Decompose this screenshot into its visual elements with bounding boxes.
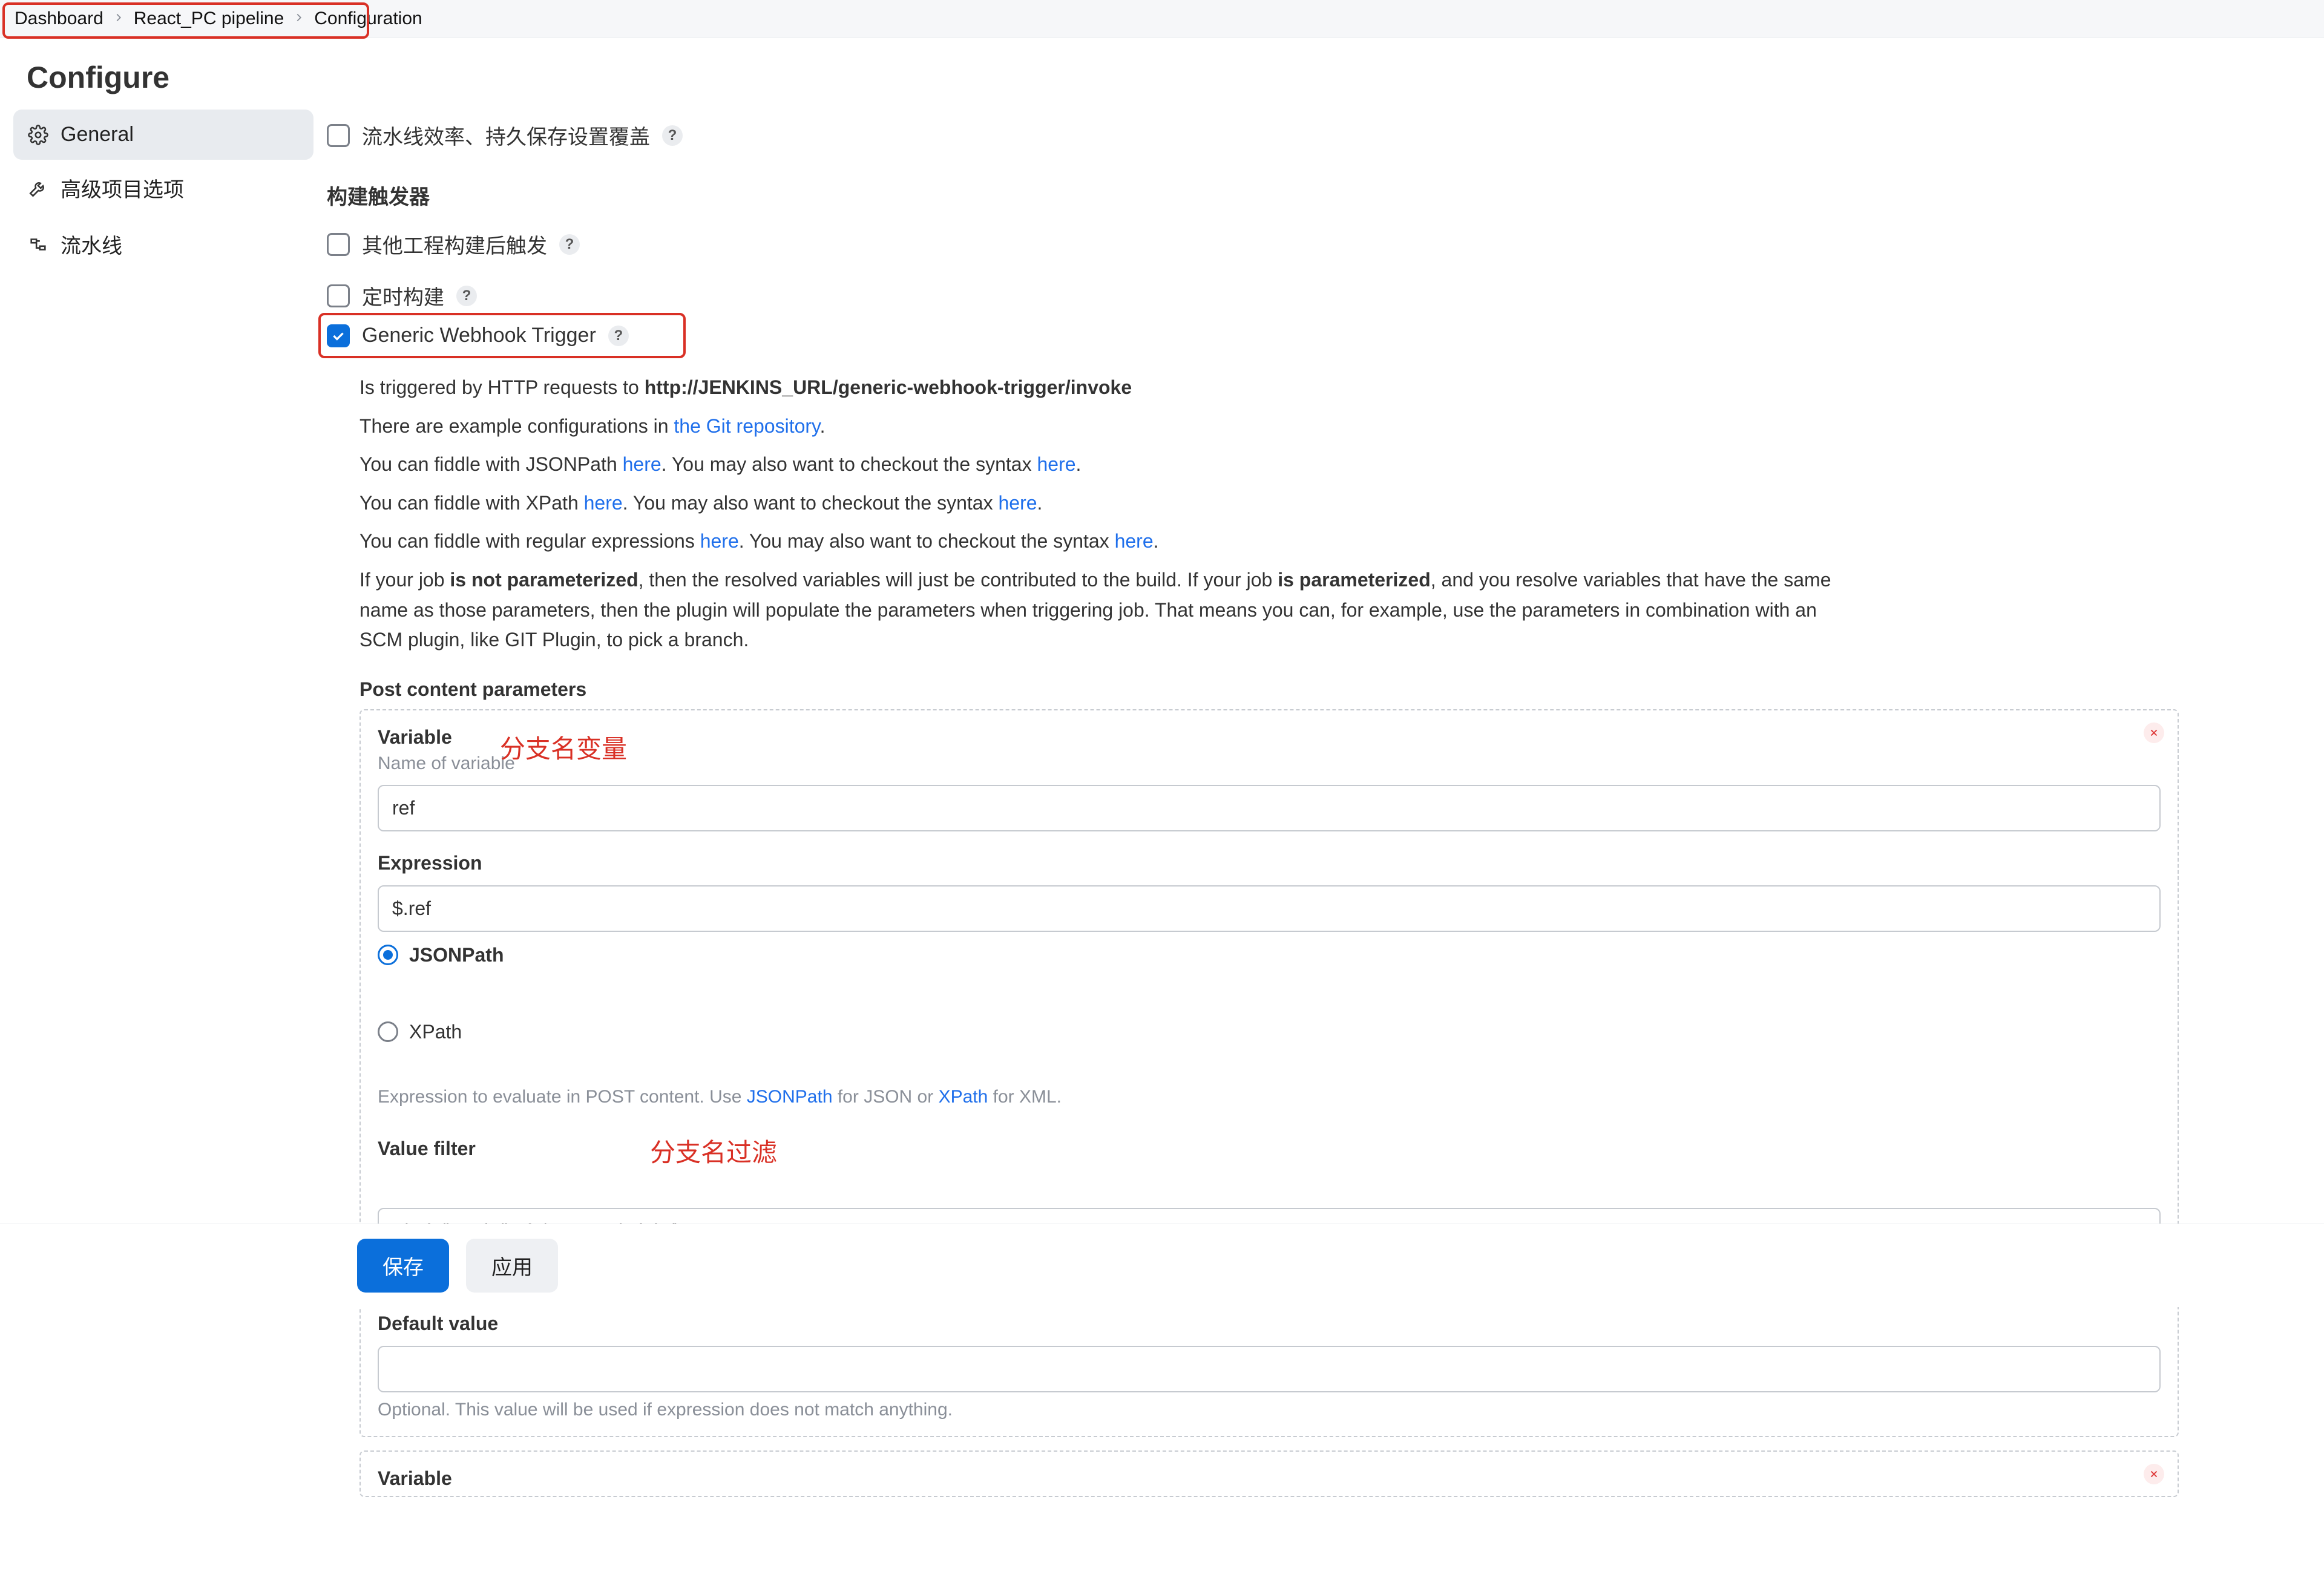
sidebar-item-label: 流水线 [61,229,122,259]
default-hint: Optional. This value will be used if exp… [378,1400,2161,1420]
variable-input[interactable] [378,785,2161,831]
link-here[interactable]: here [623,453,661,475]
breadcrumb-item-0[interactable]: Dashboard [15,8,103,29]
variable-label: Variable [378,1467,452,1490]
variable-label: Variable [378,726,515,749]
remove-button[interactable] [2144,723,2164,743]
option-override-row: 流水线效率、持久保存设置覆盖 ? [327,110,2179,161]
link-here[interactable]: here [584,492,623,514]
checkbox-timer[interactable] [327,284,350,307]
option-label: Generic Webhook Trigger [362,324,596,347]
help-icon[interactable]: ? [608,326,629,346]
expression-input[interactable] [378,885,2161,932]
page-title: Configure [0,38,2324,110]
post-content-panel-1: 分支名变量 Variable Name of variable Expressi… [359,709,2179,1437]
default-label: Default value [378,1313,2161,1335]
option-label: 流水线效率、持久保存设置覆盖 [362,120,650,150]
link-here[interactable]: here [998,492,1037,514]
option-label: 定时构建 [362,281,444,310]
chevron-right-icon [112,8,125,29]
annotation-filter: 分支名过滤 [650,1138,777,1167]
gear-icon [28,125,48,145]
link-xpath[interactable]: XPath [939,1087,988,1107]
checkbox-gwt[interactable] [327,324,350,347]
breadcrumb-item-2[interactable]: Configuration [314,8,422,29]
sidebar-item-advanced[interactable]: 高级项目选项 [13,160,313,216]
chevron-right-icon [292,8,306,29]
link-git-repo[interactable]: the Git repository [674,415,819,437]
sidebar-item-general[interactable]: General [13,110,313,160]
remove-button[interactable] [2144,1464,2164,1484]
annotation-var: 分支名变量 [500,729,627,765]
breadcrumb-item-1[interactable]: React_PC pipeline [134,8,284,29]
post-content-panel-2: Variable [359,1450,2179,1497]
sidebar-item-pipeline[interactable]: 流水线 [13,216,313,272]
highlight-gwt: Generic Webhook Trigger ? [318,313,686,358]
option-timer-row: 定时构建 ? [327,270,2179,313]
radio-xpath-row: XPath [378,1021,2161,1043]
help-icon[interactable]: ? [662,125,683,146]
expression-label: Expression [378,852,2161,874]
wrench-icon [28,178,48,198]
variable-sublabel: Name of variable [378,753,515,774]
section-triggers: 构建触发器 [327,161,2179,218]
help-icon[interactable]: ? [456,286,477,306]
valuefilter-label: Value filter [378,1138,2161,1160]
link-jsonpath[interactable]: JSONPath [747,1087,833,1107]
radio-jsonpath-row: JSONPath [378,944,2161,966]
link-here[interactable]: here [1115,530,1154,552]
apply-button[interactable]: 应用 [466,1239,558,1293]
radio-jsonpath[interactable] [378,945,398,965]
breadcrumb: Dashboard React_PC pipeline Configuratio… [0,0,2324,38]
checkbox-other[interactable] [327,233,350,256]
sidebar-item-label: 高级项目选项 [61,173,184,203]
option-label: 其他工程构建后触发 [362,229,547,259]
checkbox-override[interactable] [327,124,350,147]
help-icon[interactable]: ? [559,234,580,255]
gwt-description: Is triggered by HTTP requests to http://… [327,358,1840,655]
option-other-row: 其他工程构建后触发 ? [327,218,2179,270]
link-here[interactable]: here [700,530,739,552]
footer-actions: 保存 应用 [0,1224,2324,1307]
sidebar-item-label: General [61,123,134,146]
pipeline-icon [28,234,48,255]
expression-hint: Expression to evaluate in POST content. … [378,1087,2161,1107]
main-content: 流水线效率、持久保存设置覆盖 ? 构建触发器 其他工程构建后触发 ? 定时构建 … [327,110,2179,1583]
post-content-heading: Post content parameters [327,664,2179,709]
save-button[interactable]: 保存 [357,1239,449,1293]
link-here[interactable]: here [1037,453,1075,475]
radio-xpath[interactable] [378,1021,398,1042]
radio-label: JSONPath [409,944,504,966]
config-sidebar: General 高级项目选项 流水线 [0,110,327,272]
radio-label: XPath [409,1021,462,1043]
default-input[interactable] [378,1346,2161,1392]
